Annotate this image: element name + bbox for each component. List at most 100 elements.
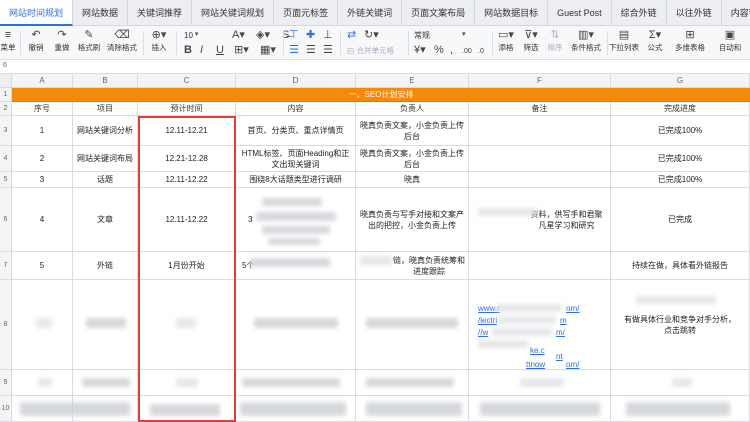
- url-link[interactable]: m: [560, 316, 567, 325]
- table-cell[interactable]: 3: [12, 172, 73, 188]
- table-cell[interactable]: 已完成100%: [611, 146, 750, 172]
- url-link[interactable]: om/: [566, 360, 579, 369]
- add-decimal-button[interactable]: .00: [462, 46, 472, 58]
- url-link[interactable]: ttnow: [526, 360, 545, 369]
- column-header-f[interactable]: F: [469, 74, 611, 88]
- table-cell[interactable]: 晓真: [356, 172, 469, 188]
- tab-8[interactable]: Guest Post: [548, 0, 612, 26]
- jump-link[interactable]: 点击跳转: [664, 325, 696, 336]
- column-header-c[interactable]: C: [138, 74, 236, 88]
- table-cell[interactable]: 1: [12, 116, 73, 146]
- url-link[interactable]: m/: [556, 328, 565, 337]
- align-middle-button[interactable]: ✚: [306, 29, 315, 41]
- align-top-button[interactable]: ⊤: [289, 29, 299, 41]
- column-header-g[interactable]: G: [611, 74, 750, 88]
- filter-button[interactable]: ⊽▾ 筛选: [520, 29, 542, 53]
- align-bottom-button[interactable]: ⊥: [323, 29, 333, 41]
- row-header[interactable]: 8: [0, 280, 12, 370]
- row-header[interactable]: 7: [0, 252, 12, 280]
- tab-4[interactable]: 页面元标签: [274, 0, 339, 26]
- percent-button[interactable]: %: [434, 44, 444, 56]
- row-header[interactable]: 2: [0, 102, 12, 116]
- redo-button[interactable]: ↷ 重做: [51, 29, 73, 53]
- align-left-button[interactable]: ☰: [289, 44, 299, 56]
- menu-button[interactable]: ≡ 菜单: [1, 29, 16, 53]
- tab-6[interactable]: 页面文案布局: [402, 0, 476, 26]
- sort-button[interactable]: ⇅ 排序: [545, 29, 565, 53]
- remove-decimal-button[interactable]: .0: [478, 46, 484, 58]
- table-cell[interactable]: 晓真负责文案，小金负责上传后台: [356, 146, 469, 172]
- table-cell[interactable]: 晓真负责文案，小金负责上传后台: [356, 116, 469, 146]
- row-header[interactable]: 3: [0, 116, 12, 146]
- header-cell[interactable]: 备注: [469, 102, 611, 116]
- tab-10[interactable]: 以往外链: [667, 0, 722, 26]
- column-header-e[interactable]: E: [356, 74, 469, 88]
- header-cell[interactable]: 完成进度: [611, 102, 750, 116]
- table-cell[interactable]: [469, 172, 611, 188]
- table-cell[interactable]: 已完成100%: [611, 172, 750, 188]
- url-link[interactable]: nt: [556, 352, 563, 361]
- table-cell[interactable]: 1月份开始: [138, 252, 236, 280]
- table-cell[interactable]: 资料，供写手和君聚凡星学习和研究: [469, 188, 611, 252]
- header-cell[interactable]: 序号: [12, 102, 73, 116]
- number-format-select[interactable]: 常规 ▾: [414, 29, 466, 41]
- clear-format-button[interactable]: ⌫ 清除格式: [106, 29, 138, 53]
- table-cell[interactable]: 持续在做，具体看外链报告: [611, 252, 750, 280]
- align-center-button[interactable]: ☰: [306, 44, 316, 56]
- table-cell[interactable]: 外链: [73, 252, 138, 280]
- column-header-d[interactable]: D: [236, 74, 356, 88]
- table-cell[interactable]: 话题: [73, 172, 138, 188]
- table-cell[interactable]: 网站关键词分析: [73, 116, 138, 146]
- tab-0[interactable]: 网站时间规划: [0, 0, 74, 26]
- border-button[interactable]: ⊞▾: [234, 44, 249, 56]
- table-cell[interactable]: 有做具体行业和竞争对手分析， 点击跳转: [611, 280, 750, 370]
- table-cell[interactable]: [469, 146, 611, 172]
- undo-button[interactable]: ↶ 撤销: [25, 29, 47, 53]
- thousands-button[interactable]: ,: [450, 44, 453, 56]
- table-cell[interactable]: 12.21-12.28: [138, 146, 236, 172]
- underline-button[interactable]: U: [216, 44, 224, 56]
- merge-cells-button[interactable]: ⊟ 合并单元格: [347, 45, 394, 57]
- table-cell[interactable]: 12.11-12.22: [138, 172, 236, 188]
- table-cell[interactable]: 首页、分类页、重点详情页: [236, 116, 356, 146]
- italic-button[interactable]: I: [200, 44, 203, 56]
- multi-table-button[interactable]: ⊞ 多维表格: [673, 29, 707, 53]
- column-header-a[interactable]: A: [12, 74, 73, 88]
- table-cell[interactable]: 已完成100%: [611, 116, 750, 146]
- align-right-button[interactable]: ☰: [323, 44, 333, 56]
- table-cell[interactable]: 4: [12, 188, 73, 252]
- table-cell[interactable]: 晓真负责与写手对接和文案产出的把控，小金负责上传: [356, 188, 469, 252]
- tab-3[interactable]: 网站关键词规划: [192, 0, 275, 26]
- tab-2[interactable]: 关键词推荐: [128, 0, 193, 26]
- row-header[interactable]: 4: [0, 146, 12, 172]
- column-header-b[interactable]: B: [73, 74, 138, 88]
- url-link[interactable]: /lectri: [478, 316, 497, 325]
- select-all-corner[interactable]: [0, 74, 12, 88]
- table-cell[interactable]: 文章: [73, 188, 138, 252]
- auto-button[interactable]: ▣ 自动和: [712, 29, 748, 53]
- font-size-select[interactable]: 10 ▾: [184, 29, 198, 41]
- tab-9[interactable]: 综合外链: [612, 0, 667, 26]
- tab-7[interactable]: 网站数据目标: [475, 0, 549, 26]
- conditional-format-button[interactable]: ▥▾ 条件格式: [568, 29, 604, 53]
- url-link[interactable]: ke.c: [530, 346, 545, 355]
- url-link[interactable]: om/: [566, 304, 579, 313]
- format-painter-button[interactable]: ✎ 格式刷: [76, 29, 102, 53]
- url-link[interactable]: //w: [478, 328, 488, 337]
- table-cell[interactable]: 网站关键词布局: [73, 146, 138, 172]
- table-cell[interactable]: 5: [12, 252, 73, 280]
- cell-style-button[interactable]: ▦▾: [260, 44, 276, 56]
- row-header[interactable]: 5: [0, 172, 12, 188]
- currency-button[interactable]: ¥▾: [414, 44, 426, 56]
- tab-11[interactable]: 内容营销: [722, 0, 750, 26]
- formula-bar[interactable]: 6: [0, 60, 750, 74]
- insert-button[interactable]: ⊕▾ 插入: [148, 29, 170, 53]
- header-cell[interactable]: 负责人: [356, 102, 469, 116]
- wrap-text-button[interactable]: ⇄: [347, 29, 356, 41]
- rotate-text-button[interactable]: ↻▾: [364, 29, 379, 41]
- font-color-button[interactable]: A▾: [232, 29, 245, 41]
- row-header[interactable]: 9: [0, 370, 12, 396]
- row-header[interactable]: 10: [0, 396, 12, 422]
- table-cell[interactable]: HTML标签、页面Heading和正文出现关键词: [236, 146, 356, 172]
- tab-1[interactable]: 网站数据: [73, 0, 129, 26]
